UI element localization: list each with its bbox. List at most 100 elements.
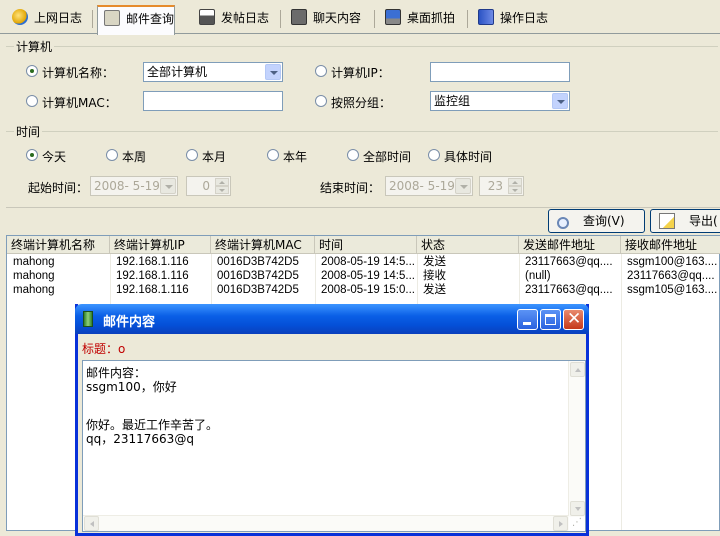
mail-content-dialog: 邮件内容 ✕ 标题：o 邮件内容： ssgm100，你好 你好。最近工作辛苦了。…	[75, 304, 589, 536]
group-value: 监控组	[434, 94, 471, 108]
tab-label: 桌面抓拍	[407, 11, 456, 25]
scroll-right-icon[interactable]	[553, 516, 568, 531]
table-row[interactable]: mahong 192.168.1.116 0016D3B742D5 2008-0…	[7, 283, 720, 297]
chevron-down-icon[interactable]	[552, 93, 568, 109]
start-hour-spinner[interactable]: 0	[186, 176, 231, 196]
radio-computer-name[interactable]	[26, 65, 38, 77]
end-date-value: 2008- 5-19	[389, 179, 455, 193]
radio-specific-time[interactable]	[428, 149, 440, 161]
table-row[interactable]: mahong 192.168.1.116 0016D3B742D5 2008-0…	[7, 255, 720, 269]
start-date-value: 2008- 5-19	[94, 179, 160, 193]
globe-icon	[12, 9, 28, 25]
maximize-icon	[545, 314, 556, 325]
tab-desktop-snapshot[interactable]: 桌面抓拍	[381, 6, 455, 32]
dialog-title-bar[interactable]: 邮件内容 ✕	[75, 304, 589, 334]
minimize-button[interactable]	[517, 309, 538, 330]
cell-sender: 23117663@qq....	[525, 256, 613, 268]
radio-all-time[interactable]	[347, 149, 359, 161]
tab-label: 邮件查询	[126, 12, 175, 26]
scroll-down-icon[interactable]	[570, 501, 585, 516]
computer-name-value: 全部计算机	[147, 65, 208, 79]
column-header[interactable]: 状态	[417, 236, 519, 254]
tab-bar: 上网日志 邮件查询 发帖日志 聊天内容 桌面抓拍 操作日志	[0, 0, 720, 35]
horizontal-scrollbar[interactable]	[83, 515, 569, 531]
column-header[interactable]: 终端计算机名称	[7, 236, 110, 254]
start-hour-value: 0	[202, 179, 210, 193]
cell-ip: 192.168.1.116	[116, 270, 189, 282]
end-date-picker[interactable]: 2008- 5-19	[385, 176, 473, 196]
copy-icon	[659, 213, 675, 229]
group-select[interactable]: 监控组	[430, 91, 570, 111]
printer-icon	[199, 9, 215, 25]
cell-mac: 0016D3B742D5	[217, 256, 299, 268]
spin-arrows-icon[interactable]	[215, 178, 229, 194]
time-option-all: 全部时间	[363, 150, 412, 164]
maximize-button[interactable]	[540, 309, 561, 330]
radio-computer-mac[interactable]	[26, 95, 38, 107]
cell-ip: 192.168.1.116	[116, 256, 189, 268]
column-header[interactable]: 时间	[315, 236, 417, 254]
tab-operation-log[interactable]: 操作日志	[474, 6, 548, 32]
cell-status: 发送	[423, 256, 446, 268]
time-option-year: 本年	[283, 150, 308, 164]
chat-icon	[291, 9, 307, 25]
time-option-week: 本周	[122, 150, 147, 164]
cell-ip: 192.168.1.116	[116, 284, 189, 296]
tab-label: 发帖日志	[221, 11, 270, 25]
start-date-picker[interactable]: 2008- 5-19	[90, 176, 178, 196]
tab-post-log[interactable]: 发帖日志	[195, 6, 269, 32]
radio-group[interactable]	[315, 95, 327, 107]
query-button[interactable]: 查询(V)	[548, 209, 645, 233]
magnifier-icon	[557, 217, 569, 229]
tab-mail-query[interactable]: 邮件查询	[97, 5, 176, 35]
radio-this-month[interactable]	[186, 149, 198, 161]
cell-computer-name: mahong	[13, 256, 55, 268]
cell-sender: 23117663@qq....	[525, 284, 613, 296]
radio-today[interactable]	[26, 149, 38, 161]
computer-mac-input[interactable]	[143, 91, 283, 111]
table-row[interactable]: mahong 192.168.1.116 0016D3B742D5 2008-0…	[7, 269, 720, 283]
dialog-title: 邮件内容	[103, 315, 156, 330]
computer-ip-label: 计算机IP：	[331, 66, 390, 80]
scroll-up-icon[interactable]	[570, 362, 585, 377]
column-header[interactable]: 发送邮件地址	[519, 236, 621, 254]
close-icon: ✕	[567, 309, 582, 329]
cell-mac: 0016D3B742D5	[217, 270, 299, 282]
chevron-down-icon[interactable]	[160, 178, 176, 194]
cell-mac: 0016D3B742D5	[217, 284, 299, 296]
radio-this-week[interactable]	[106, 149, 118, 161]
chevron-down-icon[interactable]	[265, 64, 281, 80]
mail-content-textarea[interactable]: 邮件内容： ssgm100，你好 你好。最近工作辛苦了。 qq，23117663…	[82, 360, 586, 532]
tab-web-log[interactable]: 上网日志	[8, 6, 82, 32]
cell-computer-name: mahong	[13, 270, 55, 282]
export-button[interactable]: 导出(	[650, 209, 720, 233]
spin-arrows-icon[interactable]	[508, 178, 522, 194]
end-hour-value: 23	[487, 179, 503, 193]
tab-label: 聊天内容	[313, 11, 362, 25]
vertical-scrollbar[interactable]	[568, 361, 585, 517]
resize-grip-icon[interactable]: ⋰	[570, 516, 584, 530]
content-line: ssgm100，你好	[86, 380, 177, 394]
column-header[interactable]: 接收邮件地址	[621, 236, 720, 254]
radio-this-year[interactable]	[267, 149, 279, 161]
query-button-label: 查询(V)	[583, 214, 625, 228]
cell-receiver: ssgm105@163....	[627, 284, 718, 296]
computer-ip-input[interactable]	[430, 62, 570, 82]
radio-computer-ip[interactable]	[315, 65, 327, 77]
scroll-left-icon[interactable]	[84, 516, 99, 531]
computer-mac-label: 计算机MAC：	[42, 96, 117, 110]
cell-time: 2008-05-19 14:5...	[321, 270, 415, 282]
column-header[interactable]: 终端计算机IP	[110, 236, 211, 254]
app-icon	[83, 311, 93, 327]
mail-icon	[104, 10, 120, 26]
end-hour-spinner[interactable]: 23	[479, 176, 524, 196]
close-button[interactable]: ✕	[563, 309, 584, 330]
tab-label: 操作日志	[500, 11, 549, 25]
chevron-down-icon[interactable]	[455, 178, 471, 194]
tab-chat-content[interactable]: 聊天内容	[287, 6, 361, 32]
log-icon	[478, 9, 494, 25]
computer-name-select[interactable]: 全部计算机	[143, 62, 283, 82]
column-header[interactable]: 终端计算机MAC	[211, 236, 315, 254]
cell-sender: (null)	[525, 270, 551, 282]
cell-time: 2008-05-19 14:5...	[321, 256, 415, 268]
